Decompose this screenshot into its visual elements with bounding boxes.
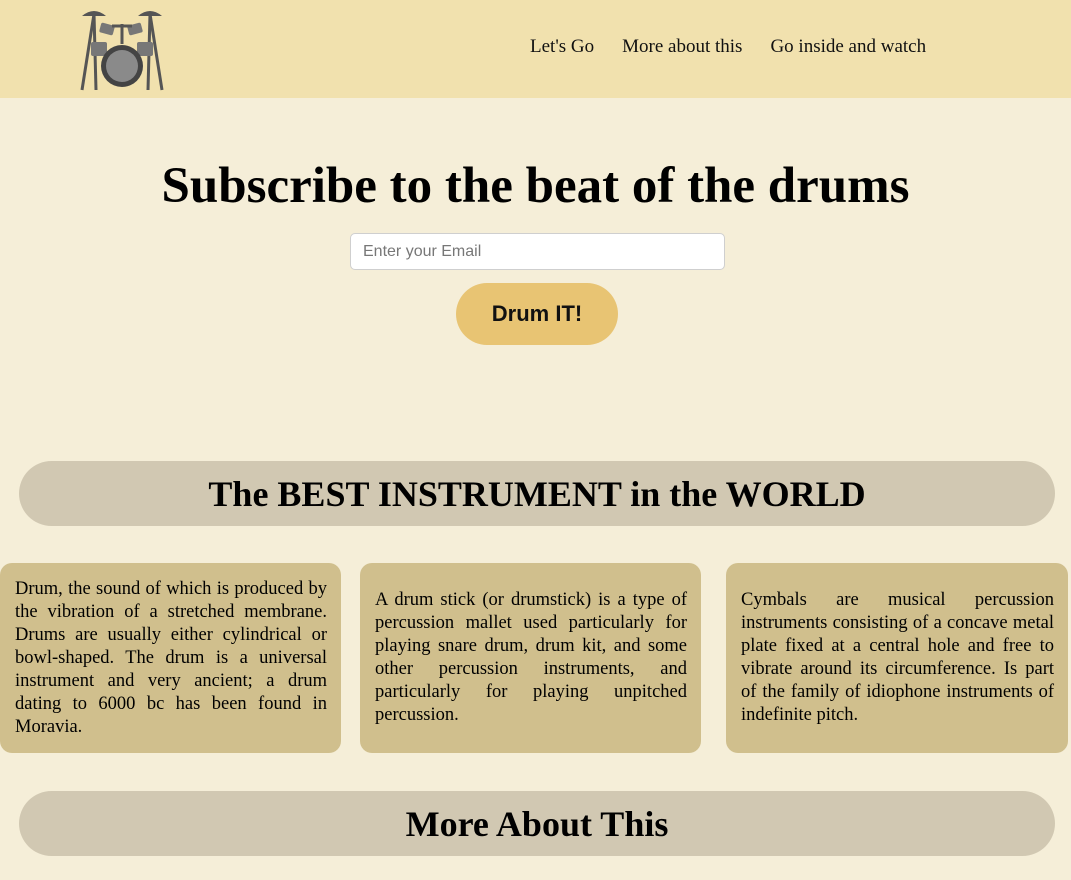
section-banner-more-about: More About This [19, 791, 1055, 856]
card-text: Drum, the sound of which is produced by … [15, 578, 327, 737]
nav-link-more-about[interactable]: More about this [622, 36, 742, 58]
hero-title: Subscribe to the beat of the drums [161, 158, 910, 214]
nav-link-go-inside[interactable]: Go inside and watch [770, 36, 926, 58]
card-text: Cymbals are musical percussion instrumen… [741, 590, 1054, 725]
top-header: Let's Go More about this Go inside and w… [0, 0, 1071, 98]
section-title: More About This [405, 803, 669, 844]
drum-kit-icon[interactable] [76, 4, 168, 92]
email-input[interactable] [350, 233, 725, 270]
info-card-cymbals: Cymbals are musical percussion instrumen… [726, 563, 1068, 753]
subscribe-button[interactable]: Drum IT! [456, 283, 618, 345]
info-card-drum: Drum, the sound of which is produced by … [0, 563, 341, 753]
info-card-drumstick: A drum stick (or drumstick) is a type of… [360, 563, 701, 753]
nav-link-lets-go[interactable]: Let's Go [530, 36, 594, 58]
main-nav: Let's Go More about this Go inside and w… [530, 36, 926, 58]
section-title: The BEST INSTRUMENT in the WORLD [208, 473, 866, 514]
section-banner-best-instrument: The BEST INSTRUMENT in the WORLD [19, 461, 1055, 526]
card-text: A drum stick (or drumstick) is a type of… [375, 590, 687, 725]
